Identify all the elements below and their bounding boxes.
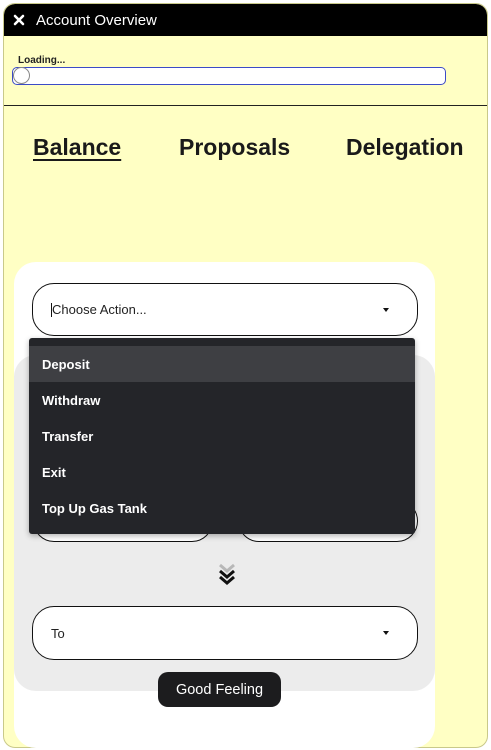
chevron-down-icon xyxy=(383,307,389,312)
progress-knob xyxy=(13,67,30,84)
to-select-label: To xyxy=(51,625,65,641)
window-title: Account Overview xyxy=(36,11,157,29)
choose-action-text: Choose Action... xyxy=(52,301,147,317)
header-divider xyxy=(4,105,487,106)
tab-bar: Balance Proposals Delegation xyxy=(4,134,487,168)
tooltip: Good Feeling xyxy=(158,672,281,707)
choose-action-select[interactable]: Choose Action... xyxy=(32,283,418,336)
action-dropdown-menu: Deposit Withdraw Transfer Exit Top Up Ga… xyxy=(29,338,415,534)
tab-delegation[interactable]: Delegation xyxy=(346,134,464,161)
chevron-down-icon xyxy=(383,631,389,635)
to-select[interactable]: To xyxy=(32,606,418,660)
loading-label: Loading... xyxy=(18,55,66,66)
titlebar: Account Overview xyxy=(4,4,487,36)
choose-action-placeholder: Choose Action... xyxy=(51,302,383,318)
double-chevron-down-icon[interactable] xyxy=(217,562,237,588)
tab-balance[interactable]: Balance xyxy=(33,134,121,161)
menu-item-deposit[interactable]: Deposit xyxy=(29,346,415,382)
menu-item-withdraw[interactable]: Withdraw xyxy=(29,382,415,418)
menu-item-transfer[interactable]: Transfer xyxy=(29,418,415,454)
menu-item-top-up-gas-tank[interactable]: Top Up Gas Tank xyxy=(29,490,415,526)
close-icon[interactable] xyxy=(13,14,25,26)
tab-proposals[interactable]: Proposals xyxy=(179,134,290,161)
menu-item-exit[interactable]: Exit xyxy=(29,454,415,490)
loading-progress-bar xyxy=(12,67,446,85)
